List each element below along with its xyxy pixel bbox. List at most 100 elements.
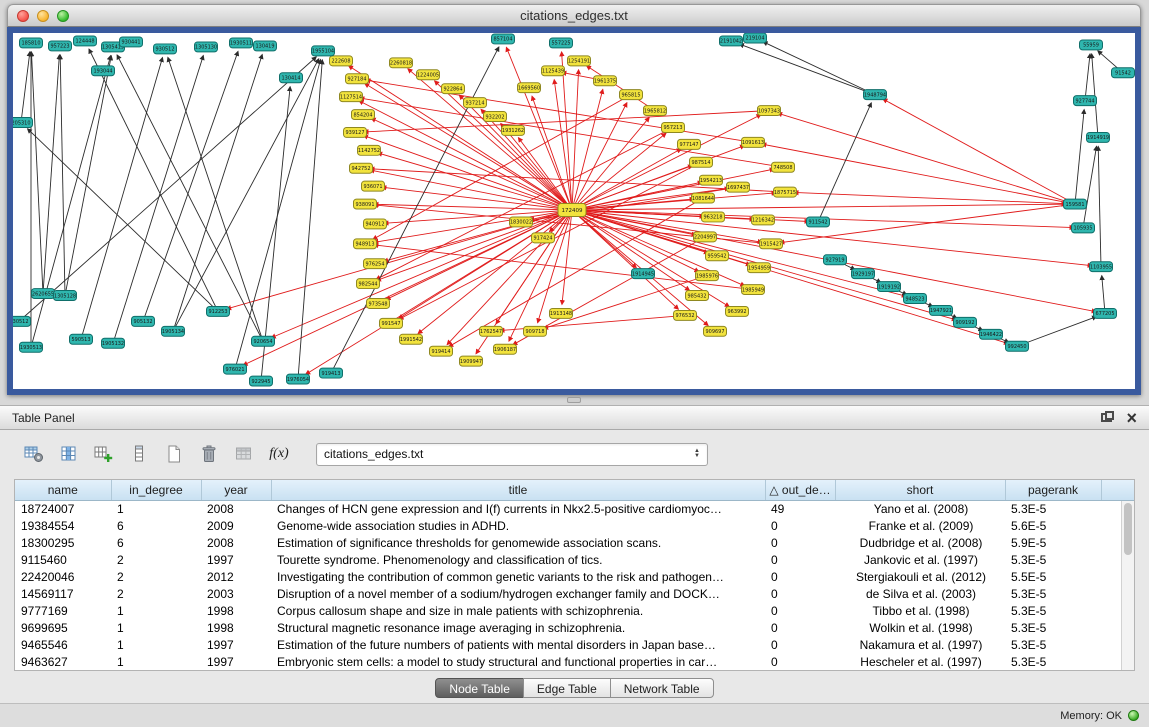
new-document-button[interactable] (160, 441, 188, 467)
table-cell[interactable]: 5.3E-5 (1005, 653, 1101, 670)
table-cell[interactable]: 0 (765, 602, 835, 619)
graph-node[interactable]: 1091613 (742, 137, 765, 147)
graph-node[interactable]: 1955104 (312, 46, 335, 56)
graph-node[interactable]: 1914945 (632, 269, 655, 279)
graph-node[interactable]: 919414 (430, 346, 453, 356)
table-cell[interactable]: 9777169 (15, 602, 111, 619)
graph-node[interactable]: 1224005 (417, 70, 440, 80)
import-table-button[interactable] (230, 441, 258, 467)
graph-node[interactable]: 1929197 (852, 269, 875, 279)
table-cell[interactable]: 0 (765, 653, 835, 670)
graph-node[interactable]: 948523 (904, 294, 927, 304)
graph-node[interactable]: 919413 (320, 368, 343, 378)
table-cell[interactable]: 18300295 (15, 534, 111, 551)
float-panel-icon[interactable] (1101, 413, 1112, 422)
graph-node[interactable]: 963218 (702, 212, 725, 222)
graph-node[interactable]: 1985949 (742, 285, 765, 295)
table-cell[interactable]: Disruption of a novel member of a sodium… (271, 585, 765, 602)
graph-node[interactable]: 1976054 (287, 374, 310, 384)
zoom-window-button[interactable] (57, 10, 69, 22)
graph-node[interactable]: 124448 (74, 36, 97, 46)
graph-node[interactable]: 55959 (1080, 40, 1103, 50)
graph-node[interactable]: 1762547 (480, 326, 503, 336)
table-cell[interactable]: 5.6E-5 (1005, 517, 1101, 534)
close-window-button[interactable] (17, 10, 29, 22)
table-cell[interactable]: Tourette syndrome. Phenomenology and cla… (271, 551, 765, 568)
graph-node[interactable]: 1913148 (550, 308, 573, 318)
table-cell[interactable]: 1997 (201, 551, 271, 568)
graph-node[interactable]: 1142752 (358, 145, 381, 155)
graph-node[interactable]: 1875715 (774, 187, 797, 197)
graph-node[interactable]: 992450 (1006, 341, 1029, 351)
table-cell[interactable]: Structural magnetic resonance image aver… (271, 619, 765, 636)
graph-node[interactable]: 1909947 (460, 356, 483, 366)
table-cell[interactable]: 0 (765, 568, 835, 585)
table-cell[interactable]: 9115460 (15, 551, 111, 568)
graph-node[interactable]: 185810 (20, 38, 43, 48)
table-cell[interactable]: 1 (111, 619, 201, 636)
graph-node[interactable]: 590513 (70, 334, 93, 344)
table-row[interactable]: 1830029562008Estimation of significance … (15, 534, 1134, 551)
table-cell[interactable]: Investigating the contribution of common… (271, 568, 765, 585)
table-cell[interactable]: Embryonic stem cells: a model to study s… (271, 653, 765, 670)
table-cell[interactable]: 19384554 (15, 517, 111, 534)
graph-node[interactable]: 1305128 (54, 291, 77, 301)
graph-node[interactable]: 973548 (367, 299, 390, 309)
graph-node[interactable]: 927919 (824, 255, 847, 265)
column-header[interactable]: name (15, 480, 111, 500)
close-panel-icon[interactable]: × (1126, 411, 1137, 425)
graph-node[interactable]: 1915427 (760, 239, 783, 249)
table-cell[interactable]: Hescheler et al. (1997) (835, 653, 1005, 670)
graph-node[interactable]: 748508 (772, 162, 795, 172)
tab-network-table[interactable]: Network Table (610, 678, 714, 698)
graph-node[interactable]: 2191042 (720, 36, 743, 46)
table-cell[interactable]: 2009 (201, 517, 271, 534)
graph-node[interactable]: 987514 (690, 157, 713, 167)
table-cell[interactable]: Corpus callosum shape and size in male p… (271, 602, 765, 619)
table-cell[interactable]: Stergiakouli et al. (2012) (835, 568, 1005, 585)
graph-node[interactable]: 1669560 (518, 83, 541, 93)
graph-node[interactable]: 159581 (1064, 199, 1087, 209)
graph-node[interactable]: 1947921 (930, 305, 953, 315)
table-cell[interactable]: Yano et al. (2008) (835, 500, 1005, 517)
graph-node[interactable]: 2204997 (694, 232, 717, 242)
table-cell[interactable]: Changes of HCN gene expression and I(f) … (271, 500, 765, 517)
graph-node[interactable]: 930512 (13, 316, 31, 326)
graph-node[interactable]: 1919192 (878, 282, 901, 292)
edit-columns-button[interactable] (90, 441, 118, 467)
graph-node[interactable]: 854204 (352, 110, 375, 120)
graph-node[interactable]: 965815 (620, 90, 643, 100)
graph-node[interactable]: 927184 (346, 74, 369, 84)
graph-node[interactable]: 939127 (344, 127, 367, 137)
table-cell[interactable]: 5.5E-5 (1005, 568, 1101, 585)
table-row[interactable]: 969969511998Structural magnetic resonanc… (15, 619, 1134, 636)
graph-node[interactable]: 909718 (524, 326, 547, 336)
table-row[interactable]: 946362711997Embryonic stem cells: a mode… (15, 653, 1134, 670)
show-columns-button[interactable] (55, 441, 83, 467)
table-cell[interactable]: 5.3E-5 (1005, 551, 1101, 568)
table-cell[interactable]: 1 (111, 500, 201, 517)
table-cell[interactable]: Estimation of significance thresholds fo… (271, 534, 765, 551)
table-row[interactable]: 1456911722003Disruption of a novel membe… (15, 585, 1134, 602)
table-cell[interactable]: 5.3E-5 (1005, 619, 1101, 636)
table-cell[interactable]: 6 (111, 517, 201, 534)
table-selector-dropdown[interactable]: citations_edges.txt ▲▼ (316, 443, 708, 466)
table-cell[interactable]: 49 (765, 500, 835, 517)
graph-node[interactable]: 1097343 (758, 106, 781, 116)
table-cell[interactable]: 2008 (201, 500, 271, 517)
table-cell[interactable]: 2008 (201, 534, 271, 551)
graph-node[interactable]: 932202 (484, 112, 507, 122)
table-cell[interactable]: Dudbridge et al. (2008) (835, 534, 1005, 551)
table-cell[interactable]: de Silva et al. (2003) (835, 585, 1005, 602)
graph-node[interactable]: 222608 (330, 56, 353, 66)
table-cell[interactable]: 2 (111, 551, 201, 568)
table-cell[interactable]: Tibbo et al. (1998) (835, 602, 1005, 619)
graph-node[interactable]: 920654 (252, 336, 275, 346)
graph-node[interactable]: 1991542 (400, 334, 423, 344)
window-titlebar[interactable]: citations_edges.txt (7, 4, 1141, 27)
graph-node[interactable]: 1954959 (748, 263, 771, 273)
minimize-window-button[interactable] (37, 10, 49, 22)
graph-node[interactable]: 1905132 (102, 338, 125, 348)
graph-node[interactable]: 976021 (224, 364, 247, 374)
table-cell[interactable]: Nakamura et al. (1997) (835, 636, 1005, 653)
